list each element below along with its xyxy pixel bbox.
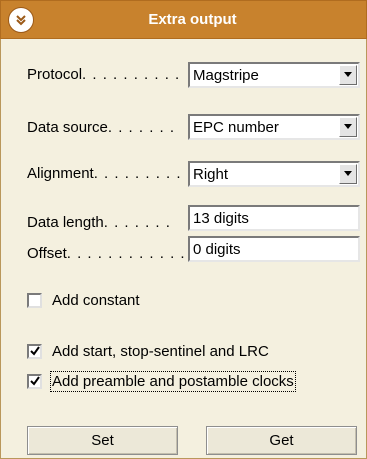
add-sentinel-lrc-label: Add start, stop-sentinel and LRC (52, 342, 269, 360)
add-preamble-option[interactable]: Add preamble and postamble clocks (27, 370, 296, 392)
data-source-value: EPC number (193, 119, 279, 136)
offset-field[interactable]: 0 digits (188, 236, 360, 262)
alignment-value: Right (193, 166, 229, 183)
extra-output-panel: Extra output Protocol. . . . . . . . . .… (0, 0, 367, 459)
protocol-label: Protocol. . . . . . . . . . (27, 66, 181, 83)
add-preamble-label: Add preamble and postamble clocks (50, 370, 296, 392)
data-length-value: 13 digits (193, 210, 249, 227)
checkmark-icon (29, 376, 40, 386)
add-constant-option[interactable]: Add constant (27, 290, 140, 310)
add-sentinel-lrc-option[interactable]: Add start, stop-sentinel and LRC (27, 341, 269, 361)
data-source-select[interactable]: EPC number (188, 114, 360, 140)
set-button[interactable]: Set (27, 426, 178, 455)
offset-value: 0 digits (193, 241, 241, 258)
data-length-label: Data length. . . . . . . (27, 214, 171, 231)
dropdown-arrow-icon[interactable] (339, 117, 357, 137)
data-length-field[interactable]: 13 digits (188, 205, 360, 231)
dropdown-arrow-icon[interactable] (339, 65, 357, 85)
add-constant-label: Add constant (52, 291, 140, 309)
panel-header: Extra output (0, 0, 367, 39)
alignment-label: Alignment. . . . . . . . . (27, 165, 182, 182)
add-preamble-checkbox[interactable] (27, 373, 42, 389)
panel-title: Extra output (148, 11, 237, 28)
get-button[interactable]: Get (206, 426, 357, 455)
dropdown-arrow-icon[interactable] (339, 164, 357, 184)
offset-label: Offset. . . . . . . . . . . . (27, 245, 186, 262)
add-constant-checkbox[interactable] (27, 292, 42, 308)
protocol-select[interactable]: Magstripe (188, 62, 360, 88)
data-source-label: Data source. . . . . . . (27, 119, 176, 136)
checkmark-icon (29, 346, 40, 356)
panel-body: Protocol. . . . . . . . . . Magstripe Da… (0, 39, 367, 459)
alignment-select[interactable]: Right (188, 161, 360, 187)
protocol-value: Magstripe (193, 67, 259, 84)
add-sentinel-lrc-checkbox[interactable] (27, 343, 42, 359)
